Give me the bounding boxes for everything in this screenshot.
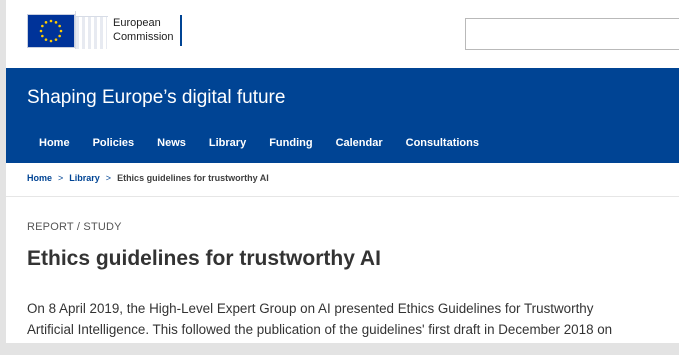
top-header: European Commission xyxy=(6,0,679,68)
flag-star xyxy=(59,29,63,33)
logo-text: European Commission xyxy=(113,14,182,46)
breadcrumb: Home > Library > Ethics guidelines for t… xyxy=(27,172,269,184)
flag-star xyxy=(49,39,53,43)
page-title: Ethics guidelines for trustworthy AI xyxy=(27,247,381,270)
nav-item-news[interactable]: News xyxy=(157,136,186,150)
document-type-label: REPORT / STUDY xyxy=(27,221,122,233)
flag-star xyxy=(54,21,58,24)
flag-star xyxy=(44,21,48,24)
intro-line-1: On 8 April 2019, the High-Level Expert G… xyxy=(27,301,594,316)
flag-star xyxy=(58,24,61,28)
site-title[interactable]: Shaping Europe’s digital future xyxy=(27,86,285,110)
breadcrumb-library[interactable]: Library xyxy=(69,172,100,184)
breadcrumb-home[interactable]: Home xyxy=(27,172,52,184)
nav-item-home[interactable]: Home xyxy=(39,136,70,150)
chevron-right-icon: > xyxy=(58,173,64,183)
page: European Commission Shaping Europe’s dig… xyxy=(6,0,679,343)
intro-paragraph: On 8 April 2019, the High-Level Expert G… xyxy=(27,298,677,340)
nav-item-library[interactable]: Library xyxy=(209,136,246,150)
chevron-right-icon: > xyxy=(105,173,112,183)
main-navigation: Home Policies News Library Funding Calen… xyxy=(27,136,502,150)
flag-star xyxy=(54,38,58,41)
european-commission-logo[interactable]: European Commission xyxy=(27,11,182,49)
flag-star xyxy=(44,38,48,41)
eu-flag-icon xyxy=(27,14,75,48)
nav-item-calendar[interactable]: Calendar xyxy=(336,136,383,150)
nav-item-policies[interactable]: Policies xyxy=(93,136,135,150)
logo-line-2: Commission xyxy=(113,31,174,43)
flag-star xyxy=(39,29,43,33)
nav-item-consultations[interactable]: Consultations xyxy=(406,136,479,150)
logo-graphic xyxy=(27,11,108,49)
intro-line-2: Artificial Intelligence. This followed t… xyxy=(27,322,613,337)
flag-star xyxy=(41,34,44,38)
flag-star xyxy=(49,19,53,23)
flag-star xyxy=(41,24,44,28)
nav-item-funding[interactable]: Funding xyxy=(269,136,312,150)
berlaymont-building-icon xyxy=(75,11,108,49)
breadcrumb-current: Ethics guidelines for trustworthy AI xyxy=(117,173,269,183)
logo-line-1: European xyxy=(113,17,161,29)
site-banner: Shaping Europe’s digital future Home Pol… xyxy=(6,68,679,163)
flag-star xyxy=(58,34,61,38)
divider xyxy=(6,196,679,197)
search-input[interactable] xyxy=(465,18,679,50)
